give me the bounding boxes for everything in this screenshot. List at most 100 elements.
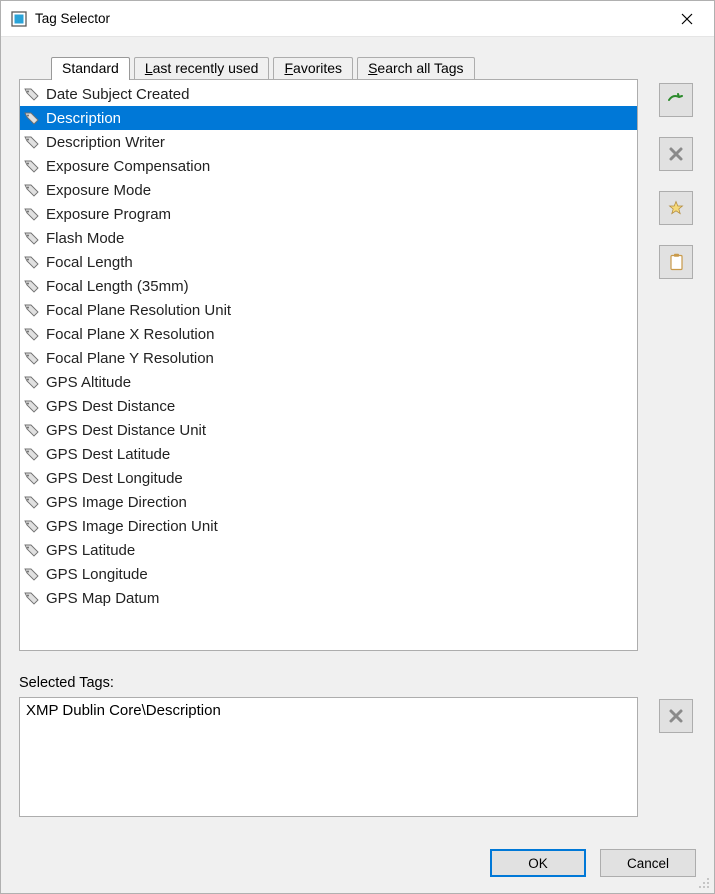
star-icon	[668, 200, 684, 216]
list-item[interactable]: Exposure Compensation	[20, 154, 637, 178]
tag-selector-window: Tag Selector StandardLast recently usedF…	[0, 0, 715, 894]
clipboard-icon	[669, 253, 684, 271]
list-item[interactable]: GPS Image Direction Unit	[20, 514, 637, 538]
list-item[interactable]: Description Writer	[20, 130, 637, 154]
tag-icon	[24, 86, 40, 102]
list-item[interactable]: GPS Altitude	[20, 370, 637, 394]
tag-icon	[24, 134, 40, 150]
list-item-label: GPS Dest Longitude	[46, 470, 183, 487]
list-item-label: Description Writer	[46, 134, 165, 151]
list-item[interactable]: GPS Map Datum	[20, 586, 637, 610]
list-item-label: GPS Dest Distance Unit	[46, 422, 206, 439]
tag-list-container: Date Subject Created Description Descripti…	[19, 79, 638, 651]
list-item[interactable]: GPS Latitude	[20, 538, 637, 562]
list-item-label: Date Subject Created	[46, 86, 189, 103]
list-item[interactable]: GPS Image Direction	[20, 490, 637, 514]
add-tag-button[interactable]	[659, 83, 693, 117]
close-icon	[681, 13, 693, 25]
list-item[interactable]: Exposure Program	[20, 202, 637, 226]
tag-list[interactable]: Date Subject Created Description Descripti…	[20, 80, 637, 650]
selected-tags-label: Selected Tags:	[19, 675, 696, 691]
tag-icon	[24, 566, 40, 582]
window-title: Tag Selector	[35, 11, 664, 26]
remove-selected-button[interactable]	[659, 699, 693, 733]
side-button-column	[656, 57, 696, 651]
list-item-label: Focal Plane Resolution Unit	[46, 302, 231, 319]
list-item[interactable]: GPS Longitude	[20, 562, 637, 586]
clipboard-button[interactable]	[659, 245, 693, 279]
dialog-body: StandardLast recently usedFavoritesSearc…	[1, 37, 714, 831]
tabstrip: StandardLast recently usedFavoritesSearc…	[51, 57, 638, 79]
list-item[interactable]: Date Subject Created	[20, 82, 637, 106]
tag-icon	[24, 350, 40, 366]
selected-tags-row: XMP Dublin Core\Description	[19, 697, 696, 817]
tag-icon	[24, 206, 40, 222]
dialog-footer: OK Cancel	[1, 831, 714, 893]
list-item-label: GPS Map Datum	[46, 590, 159, 607]
list-item-label: GPS Image Direction	[46, 494, 187, 511]
list-item[interactable]: Exposure Mode	[20, 178, 637, 202]
tab-search-all-tags[interactable]: Search all Tags	[357, 57, 474, 79]
upper-row: StandardLast recently usedFavoritesSearc…	[19, 57, 696, 651]
list-item-label: GPS Dest Latitude	[46, 446, 170, 463]
favorite-button[interactable]	[659, 191, 693, 225]
tag-icon	[24, 278, 40, 294]
app-icon	[11, 11, 27, 27]
list-item-label: GPS Image Direction Unit	[46, 518, 218, 535]
list-item-label: Exposure Mode	[46, 182, 151, 199]
tag-icon	[24, 542, 40, 558]
list-item[interactable]: Flash Mode	[20, 226, 637, 250]
tab-favorites[interactable]: Favorites	[273, 57, 353, 79]
tag-icon	[24, 422, 40, 438]
left-column: StandardLast recently usedFavoritesSearc…	[19, 57, 638, 651]
list-item[interactable]: GPS Dest Distance Unit	[20, 418, 637, 442]
list-item-label: GPS Longitude	[46, 566, 148, 583]
cancel-button[interactable]: Cancel	[600, 849, 696, 877]
list-item-label: GPS Altitude	[46, 374, 131, 391]
tag-icon	[24, 158, 40, 174]
list-item-label: Focal Plane Y Resolution	[46, 350, 214, 367]
titlebar: Tag Selector	[1, 1, 714, 37]
tag-icon	[24, 494, 40, 510]
remove-tag-button[interactable]	[659, 137, 693, 171]
tag-icon	[24, 374, 40, 390]
list-item-label: Focal Length (35mm)	[46, 278, 189, 295]
list-item[interactable]: Focal Plane Y Resolution	[20, 346, 637, 370]
remove-x-icon	[668, 708, 684, 724]
list-item[interactable]: Focal Length	[20, 250, 637, 274]
list-item-label: GPS Dest Distance	[46, 398, 175, 415]
tag-icon	[24, 518, 40, 534]
list-item[interactable]: GPS Dest Latitude	[20, 442, 637, 466]
tab-standard[interactable]: Standard	[51, 57, 130, 80]
tag-icon	[24, 230, 40, 246]
tag-icon	[24, 470, 40, 486]
list-item[interactable]: GPS Dest Distance	[20, 394, 637, 418]
list-item-label: Description	[46, 110, 121, 127]
list-item-label: Exposure Program	[46, 206, 171, 223]
list-item[interactable]: Focal Length (35mm)	[20, 274, 637, 298]
add-arrow-icon	[667, 91, 685, 109]
selected-side-column	[656, 697, 696, 733]
list-item-label: GPS Latitude	[46, 542, 135, 559]
resize-grip-icon[interactable]	[696, 875, 710, 889]
list-item-label: Focal Length	[46, 254, 133, 271]
close-button[interactable]	[664, 4, 710, 34]
list-item-label: Exposure Compensation	[46, 158, 210, 175]
tag-icon	[24, 110, 40, 126]
tag-icon	[24, 590, 40, 606]
list-item[interactable]: Focal Plane Resolution Unit	[20, 298, 637, 322]
list-item[interactable]: Description	[20, 106, 637, 130]
tag-icon	[24, 326, 40, 342]
tab-last-recently-used[interactable]: Last recently used	[134, 57, 270, 79]
selected-tags-box[interactable]: XMP Dublin Core\Description	[19, 697, 638, 817]
tag-icon	[24, 254, 40, 270]
tag-icon	[24, 182, 40, 198]
list-item[interactable]: Focal Plane X Resolution	[20, 322, 637, 346]
list-item[interactable]: GPS Dest Longitude	[20, 466, 637, 490]
selected-tag-item[interactable]: XMP Dublin Core\Description	[26, 702, 631, 719]
remove-x-icon	[668, 146, 684, 162]
list-item-label: Flash Mode	[46, 230, 124, 247]
ok-button[interactable]: OK	[490, 849, 586, 877]
tag-icon	[24, 302, 40, 318]
tag-icon	[24, 398, 40, 414]
